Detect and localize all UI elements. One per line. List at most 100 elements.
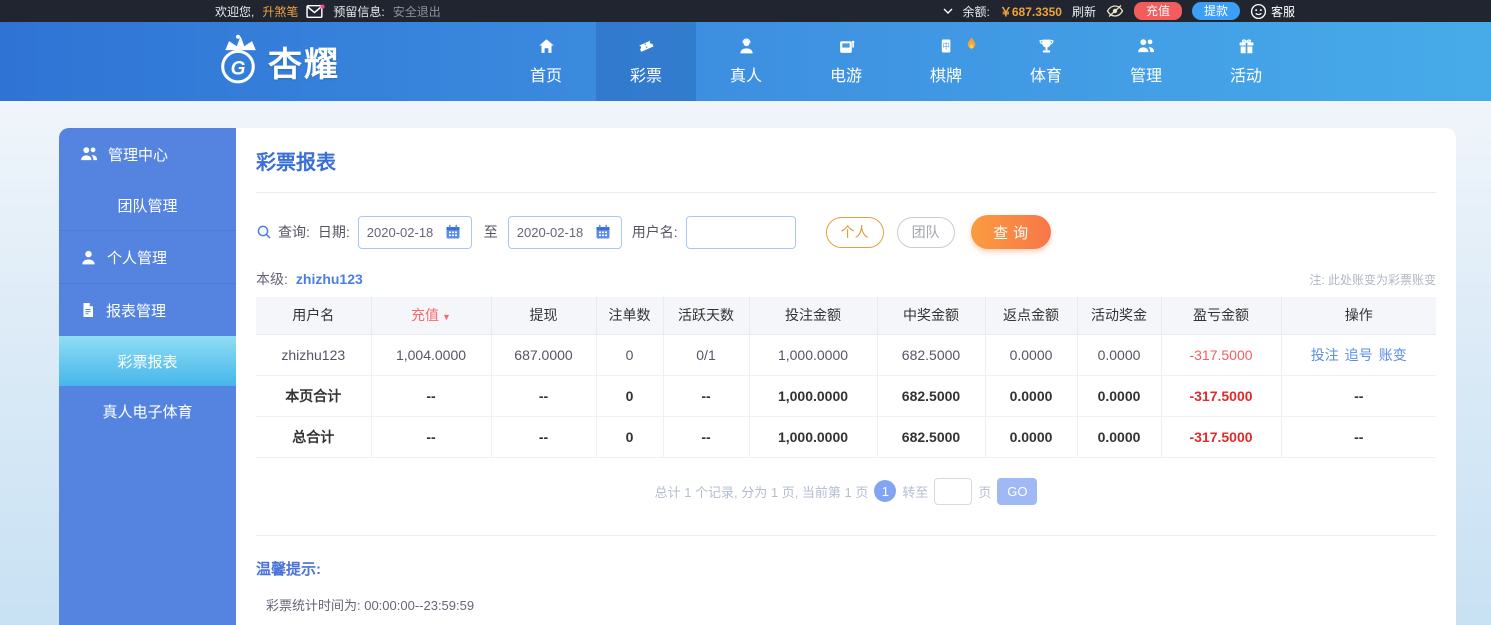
brand-logo[interactable]: G 杏耀 — [212, 22, 382, 101]
table-cell-3: 0 — [596, 416, 664, 458]
table-cell-1: 1,004.0000 — [371, 334, 492, 376]
person-icon — [738, 37, 755, 55]
table-cell-4: -- — [663, 375, 750, 417]
sidebar-item-manage-center[interactable]: 管理中心 — [59, 128, 236, 180]
table-cell-2: 687.0000 — [491, 334, 597, 376]
nav-item-manage[interactable]: 管理 — [1096, 22, 1196, 101]
table-cell-0: 本页合计 — [256, 375, 372, 417]
nav-item-label: 电游 — [829, 68, 862, 85]
date-from-input[interactable] — [366, 224, 445, 240]
table-header-row: 用户名 充值 ▼ 提现 注单数 活跃天数 投注金额 中奖金额 返点金额 活动奖金 盈亏金额 操作 — [256, 297, 1436, 335]
report-table: 用户名 充值 ▼ 提现 注单数 活跃天数 投注金额 中奖金额 返点金额 活动奖金 盈亏金额 操作 zh… — [256, 297, 1436, 458]
pagination-summary: 总计 1 个记录, 分为 1 页, 当前第 1 页 — [654, 484, 869, 500]
table-row: zhizhu123 1,004.0000 687.0000 0 0/1 1,000.000… — [256, 334, 1436, 376]
nav-item-board[interactable]: 中棋牌 — [896, 22, 996, 101]
level-row: 本级: zhizhu123 注: 此处账变为彩票账变 — [256, 269, 1436, 289]
nav-item-lottery[interactable]: 彩票 — [596, 22, 696, 101]
calendar-icon[interactable] — [595, 224, 611, 240]
date-to-box — [507, 215, 622, 249]
table-cell-6: 682.5000 — [877, 375, 986, 417]
welcome-text: 欢迎您, — [215, 4, 255, 19]
chevron-down-icon[interactable] — [943, 8, 953, 14]
action-change-link[interactable]: 账变 — [1379, 347, 1407, 363]
crown-emblem-icon: G — [212, 31, 264, 92]
pagination: 总计 1 个记录, 分为 1 页, 当前第 1 页 1 转至 页 GO — [256, 477, 1436, 505]
sidebar-item-report-manage[interactable]: 报表管理 — [59, 284, 236, 336]
sidebar-item-lottery-report[interactable]: 彩票报表 — [59, 336, 236, 386]
nav-item-egame[interactable]: 电游 — [796, 22, 896, 101]
action-bet-link[interactable]: 投注 — [1311, 347, 1339, 363]
table-cell-1: -- — [371, 375, 492, 417]
username-label: 用户名: — [631, 224, 678, 240]
sidebar: 管理中心 团队管理个人管理报表管理彩票报表 真人电子体育 — [59, 128, 236, 625]
nav-item-label: 体育 — [1029, 68, 1062, 85]
username-input[interactable] — [685, 215, 796, 249]
table-cell-actions: -- — [1281, 375, 1436, 417]
calendar-icon[interactable] — [445, 224, 461, 240]
chat-icon — [1250, 3, 1267, 20]
tips-title: 温馨提示: — [256, 560, 321, 578]
search-bar: 查询: 日期: 至 用户名: 个人 团队 查询 — [256, 215, 1436, 249]
column-header-10: 操作 — [1281, 297, 1436, 335]
tips-content: 彩票统计时间为: 00:00:00--23:59:59 — [266, 597, 475, 613]
doc-icon — [80, 302, 96, 318]
page-background: 管理中心 团队管理个人管理报表管理彩票报表 真人电子体育 彩票报表 查询: 日期: … — [0, 101, 1491, 625]
table-cell-2: -- — [491, 375, 597, 417]
gift-icon — [1238, 37, 1255, 55]
nav-item-label: 棋牌 — [929, 68, 962, 85]
user-icon — [80, 249, 97, 266]
table-cell-8: 0.0000 — [1077, 416, 1162, 458]
go-button[interactable]: GO — [997, 477, 1038, 505]
query-label: 查询: — [278, 224, 310, 240]
page-unit-label: 页 — [978, 484, 992, 500]
refresh-button[interactable]: 刷新 — [1072, 3, 1096, 20]
date-to-label: 至 — [483, 224, 498, 240]
goto-page-input[interactable] — [934, 477, 973, 505]
nav-item-sports[interactable]: 体育 — [996, 22, 1096, 101]
column-header-5: 投注金额 — [749, 297, 878, 335]
search-icon — [256, 224, 272, 240]
nav-item-label: 真人 — [729, 68, 762, 85]
current-username[interactable]: 升煞笔 — [262, 3, 298, 20]
search-button[interactable]: 查询 — [970, 215, 1051, 249]
column-header-1[interactable]: 充值 ▼ — [371, 297, 492, 335]
table-cell-6: 682.5000 — [877, 416, 986, 458]
logout-link[interactable]: 安全退出 — [393, 3, 441, 20]
users-icon — [80, 145, 98, 163]
users-icon — [1137, 37, 1155, 55]
recharge-button[interactable]: 充值 — [1133, 2, 1182, 20]
nav-item-live[interactable]: 真人 — [696, 22, 796, 101]
main-content: 彩票报表 查询: 日期: 至 用户名: 个人 — [236, 128, 1456, 625]
withdraw-button[interactable]: 提款 — [1191, 2, 1240, 20]
customer-service-button[interactable]: 客服 — [1250, 3, 1295, 20]
team-filter-button[interactable]: 团队 — [896, 216, 955, 248]
envelope-icon[interactable] — [306, 4, 325, 19]
nav-item-label: 首页 — [529, 68, 562, 85]
topbar: 欢迎您, 升煞笔 预留信息: 安全退出 余额: ￥687.3350 刷新 充值 … — [0, 0, 1491, 22]
date-to-input[interactable] — [516, 224, 595, 240]
eye-slash-icon[interactable] — [1106, 4, 1124, 18]
column-header-6: 中奖金额 — [877, 297, 986, 335]
sidebar-item-label: 报表管理 — [106, 302, 167, 320]
sort-desc-icon: ▼ — [442, 312, 451, 323]
table-cell-actions: 投注 追号 账变 — [1281, 334, 1436, 376]
goto-label: 转至 — [902, 484, 929, 500]
sidebar-item-team-manage[interactable]: 团队管理 — [59, 180, 236, 230]
sidebar-item-personal[interactable]: 个人管理 — [59, 231, 236, 283]
table-cell-7: 0.0000 — [985, 375, 1078, 417]
sidebar-item-live-esports[interactable]: 真人电子体育 — [59, 386, 236, 436]
table-cell-8: 0.0000 — [1077, 334, 1162, 376]
page-1-button[interactable]: 1 — [874, 480, 897, 502]
sidebar-item-label: 个人管理 — [107, 249, 168, 267]
level-user-link[interactable]: zhizhu123 — [296, 271, 363, 287]
customer-service-label: 客服 — [1270, 4, 1295, 19]
personal-filter-button[interactable]: 个人 — [825, 216, 884, 248]
column-header-3: 注单数 — [596, 297, 664, 335]
nav-item-activity[interactable]: 活动 — [1196, 22, 1296, 101]
tile-icon: 中 — [938, 37, 954, 55]
ticket-icon — [637, 37, 655, 55]
table-cell-4: -- — [663, 416, 750, 458]
action-chase-link[interactable]: 追号 — [1345, 347, 1373, 363]
nav-item-label: 彩票 — [629, 68, 662, 85]
nav-item-home[interactable]: 首页 — [496, 22, 596, 101]
